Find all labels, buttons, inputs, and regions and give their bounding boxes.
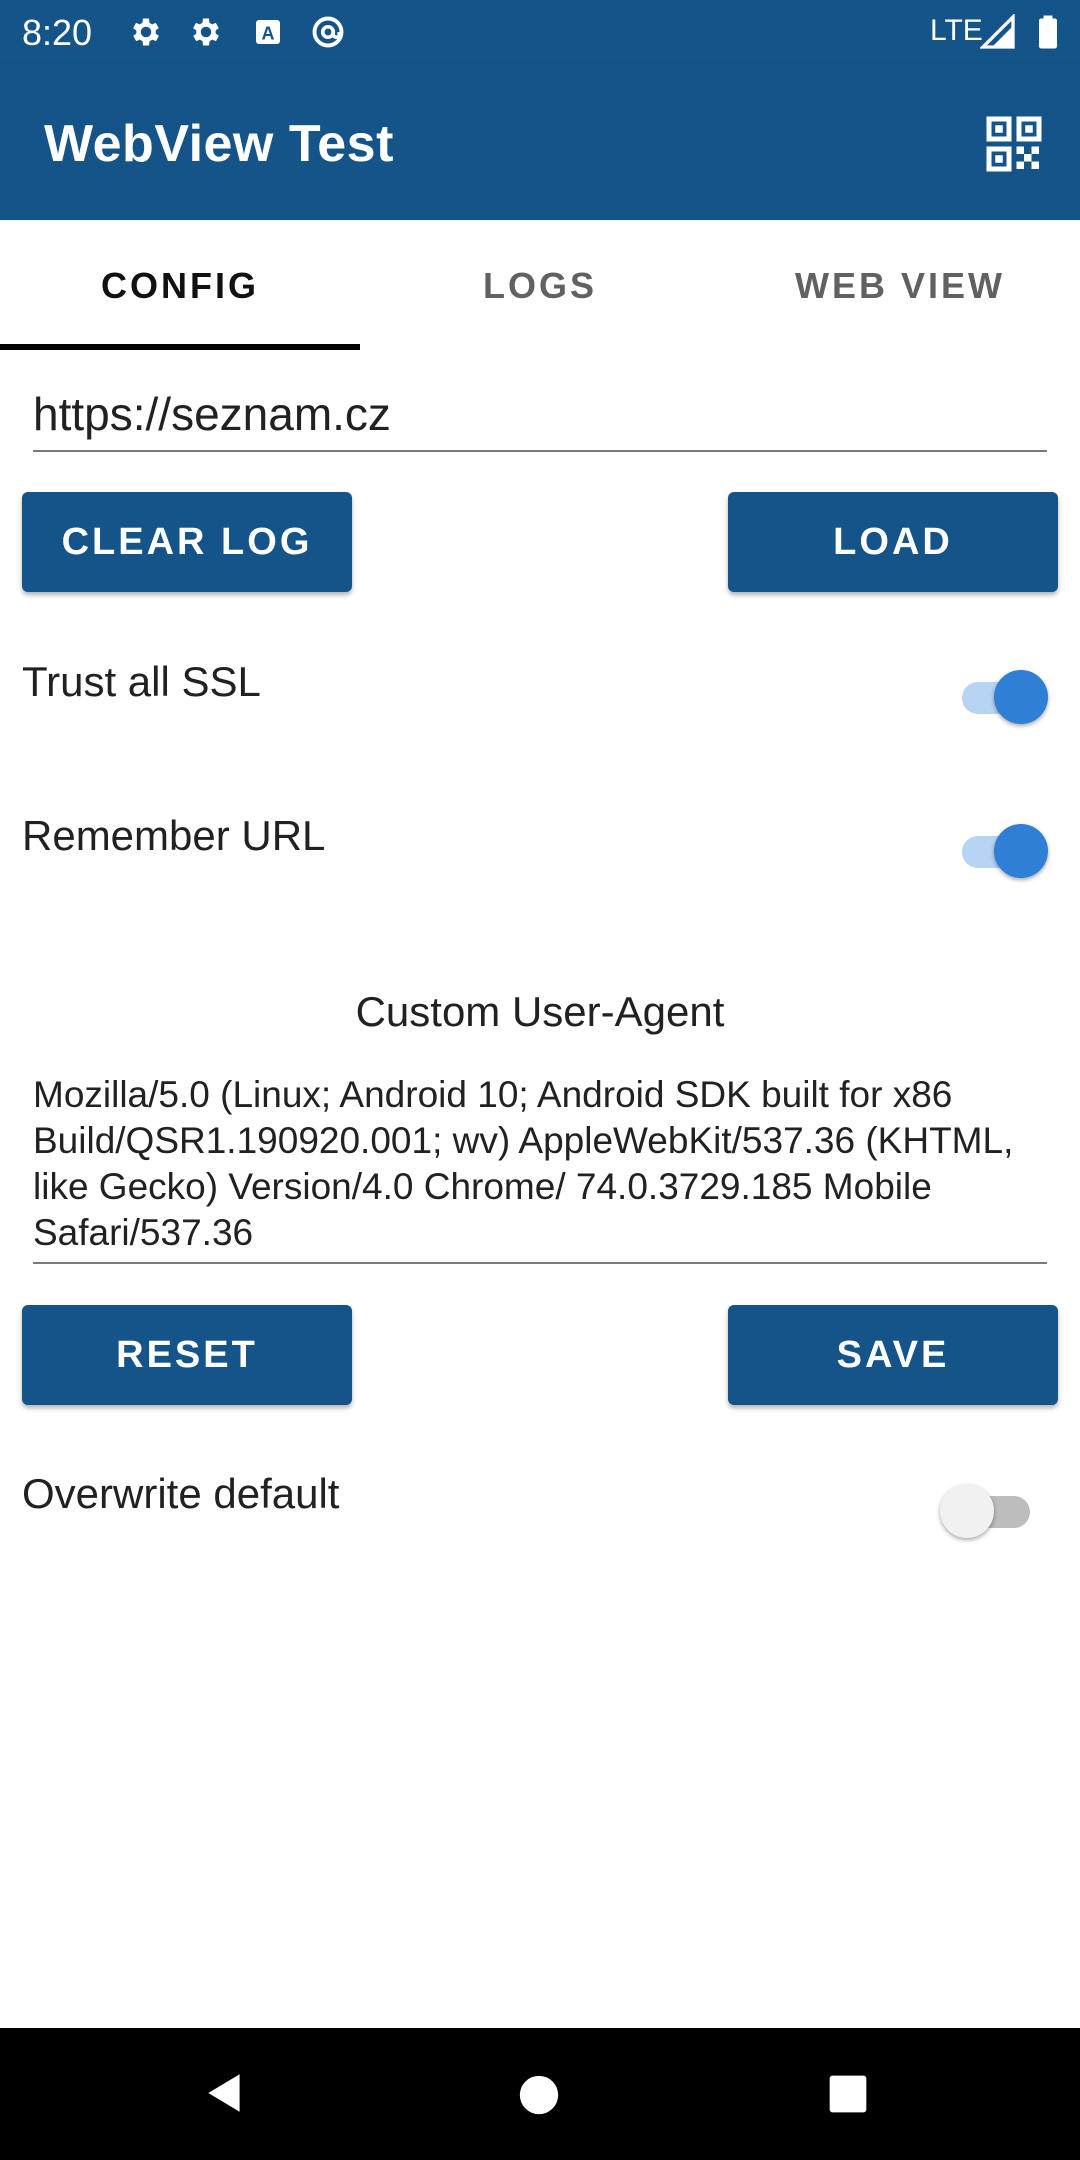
status-time: 8:20: [22, 12, 93, 53]
qr-code-icon[interactable]: [984, 114, 1044, 174]
user-agent-title: Custom User-Agent: [355, 988, 725, 1035]
trust-ssl-label: Trust all SSL: [22, 658, 261, 705]
battery-icon: [1030, 14, 1066, 50]
url-input[interactable]: [33, 378, 1047, 452]
reset-button[interactable]: RESET: [22, 1305, 352, 1405]
tab-logs[interactable]: LOGS: [360, 220, 720, 352]
settings-icon: [188, 14, 224, 50]
user-agent-input[interactable]: Mozilla/5.0 (Linux; Android 10; Android …: [33, 1072, 1047, 1264]
clear-log-button[interactable]: CLEAR LOG: [22, 492, 352, 592]
svg-text:A: A: [262, 24, 275, 44]
app-title: WebView Test: [44, 115, 394, 173]
network-type: LTE: [930, 14, 983, 47]
a-badge-icon: A: [250, 14, 286, 50]
switch-thumb: [994, 670, 1048, 724]
back-icon[interactable]: [200, 2068, 250, 2123]
load-button[interactable]: LOAD: [728, 492, 1058, 592]
remember-url-label: Remember URL: [22, 812, 326, 859]
app-bar: WebView Test: [0, 64, 1080, 220]
remember-url-switch[interactable]: [952, 820, 1048, 880]
save-button[interactable]: SAVE: [728, 1305, 1058, 1405]
switch-thumb: [940, 1484, 994, 1538]
tab-bar: CONFIG LOGS WEB VIEW: [0, 220, 1080, 352]
status-bar: 8:20 A LTE: [0, 0, 1080, 64]
tab-config[interactable]: CONFIG: [0, 220, 360, 352]
switch-thumb: [994, 824, 1048, 878]
overwrite-default-switch[interactable]: [940, 1480, 1036, 1540]
active-tab-indicator: [0, 344, 360, 350]
overwrite-default-label: Overwrite default: [22, 1470, 340, 1517]
tab-web-view[interactable]: WEB VIEW: [720, 220, 1080, 352]
recents-icon[interactable]: [826, 2072, 870, 2121]
settings-icon: [128, 14, 164, 50]
navigation-bar: [0, 2028, 1080, 2160]
signal-icon: [979, 13, 1016, 50]
trust-ssl-switch[interactable]: [952, 666, 1048, 726]
at-sign-icon: [310, 14, 346, 50]
home-icon[interactable]: [516, 2072, 562, 2123]
